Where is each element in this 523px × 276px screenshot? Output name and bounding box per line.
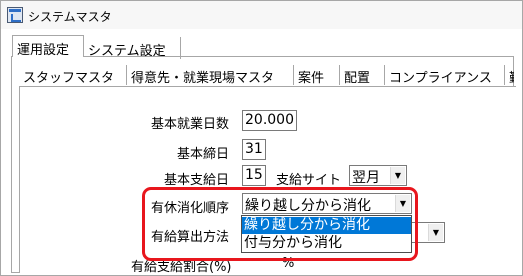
payment-site-label: 支給サイト	[276, 173, 342, 188]
tab-attendance-truncated[interactable]: 勤	[505, 65, 514, 86]
payment-day-input[interactable]: 15	[242, 165, 266, 186]
tab-operation-settings[interactable]: 運用設定	[12, 35, 84, 58]
closing-day-input[interactable]: 31	[242, 139, 266, 160]
inner-tab-strip: スタッフマスタ 得意先・就業現場マスタ 案件 配置 コンプライアンス 勤	[11, 65, 514, 87]
system-master-window: システムマスタ 運用設定 システム設定 スタッフマスタ 得意先・就業現場マスタ …	[0, 0, 523, 276]
leave-calc-label: 有給算出方法	[151, 230, 230, 245]
tab-system-settings[interactable]: システム設定	[84, 37, 181, 59]
leave-order-select[interactable]: 繰り越し分から消化 ▼	[242, 193, 412, 214]
tab-customer-site-master[interactable]: 得意先・就業現場マスタ	[127, 65, 294, 86]
leave-order-label: 有休消化順序	[151, 201, 230, 216]
tab-case[interactable]: 案件	[294, 65, 340, 86]
tab-compliance[interactable]: コンプライアンス	[385, 65, 505, 86]
app-window-icon	[7, 7, 23, 23]
leave-ratio-input[interactable]	[242, 252, 276, 273]
dropdown-option-carryover[interactable]: 繰り越し分から消化	[242, 217, 411, 234]
leave-ratio-unit: %	[282, 256, 295, 271]
leave-ratio-label: 有給支給割合(%)	[131, 260, 232, 275]
payment-site-value: 翌月	[352, 170, 380, 186]
chevron-down-icon[interactable]: ▼	[428, 224, 443, 241]
chevron-down-icon[interactable]: ▼	[390, 167, 405, 184]
tab-staff-master[interactable]: スタッフマスタ	[19, 65, 127, 86]
leave-order-dropdown-list: 繰り越し分から消化 付与分から消化	[241, 215, 412, 253]
dropdown-option-granted[interactable]: 付与分から消化	[242, 235, 411, 252]
leave-order-value: 繰り越し分から消化	[245, 198, 371, 214]
working-days-input[interactable]: 20.000	[242, 110, 297, 131]
outer-tab-strip: 運用設定 システム設定	[1, 35, 522, 59]
chevron-down-icon[interactable]: ▼	[395, 195, 410, 212]
closing-day-label: 基本締日	[177, 147, 230, 162]
payment-site-select[interactable]: 翌月 ▼	[349, 165, 407, 186]
title-bar: システムマスタ	[1, 1, 522, 29]
tab-placement[interactable]: 配置	[340, 65, 385, 86]
window-title: システムマスタ	[28, 10, 112, 24]
working-days-label: 基本就業日数	[151, 117, 230, 132]
payment-day-label: 基本支給日	[164, 173, 230, 188]
